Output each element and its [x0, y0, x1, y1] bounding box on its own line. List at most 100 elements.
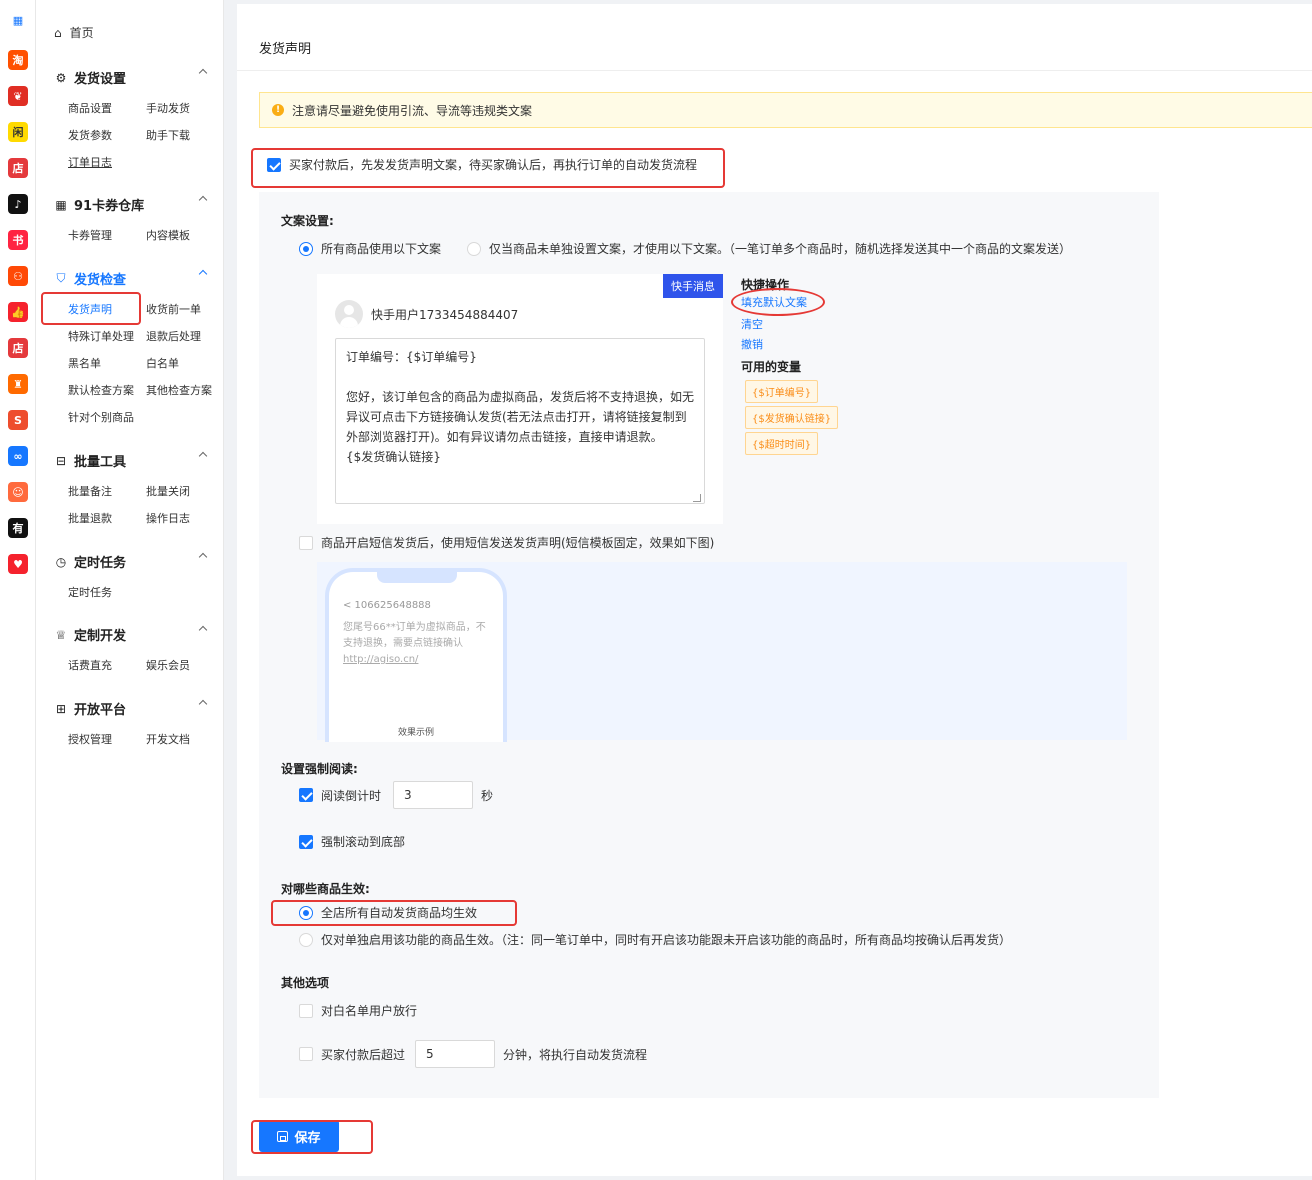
scope-option-single[interactable]: 仅对单独启用该功能的商品生效。（注：同一笔订单中，同时有开启该功能跟未开启该功能… [299, 931, 1011, 948]
shopee-icon[interactable]: S [8, 410, 28, 430]
sidebar-item-other-check[interactable]: 其他检查方案 [146, 382, 212, 398]
sidebar-item-batch-refund[interactable]: 批量退款 [68, 510, 112, 526]
sidebar-item-order-log[interactable]: 订单日志 [68, 154, 112, 170]
sidebar-item-operation-log[interactable]: 操作日志 [146, 510, 190, 526]
link-icon[interactable]: ∞ [8, 446, 28, 466]
force-scroll-option[interactable]: 强制滚动到底部 [299, 833, 405, 850]
warning-notice: ! 注意请尽量避免使用引流、导流等违规类文案 [259, 92, 1312, 128]
sidebar-item-manual-ship[interactable]: 手动发货 [146, 100, 190, 116]
thumbs-up-icon[interactable]: 👍 [8, 302, 28, 322]
sidebar-item-assistant-download[interactable]: 助手下载 [146, 127, 190, 143]
copy-option-all[interactable]: 所有商品使用以下文案 [299, 240, 441, 257]
fill-default-link[interactable]: 填充默认文案 [741, 294, 807, 310]
forced-read-label: 设置强制阅读: [281, 762, 358, 776]
timeout-checkbox[interactable] [299, 1047, 313, 1061]
variable-order-id[interactable]: {$订单编号} [745, 380, 819, 403]
sidebar-item-blacklist[interactable]: 黑名单 [68, 355, 101, 371]
sidebar-group-open[interactable]: ⊞ 开放平台 [54, 699, 208, 718]
timeout-option[interactable]: 买家付款后超过 5 分钟，将执行自动发货流程 [299, 1040, 647, 1068]
sms-checkbox[interactable] [299, 535, 313, 550]
sms-caption: 效果示例 [397, 728, 434, 738]
taobao-icon[interactable]: 淘 [8, 50, 28, 70]
sidebar-group-check[interactable]: ⛉ 发货检查 [54, 269, 208, 288]
sidebar-item-special-orders[interactable]: 特殊订单处理 [68, 328, 134, 344]
sidebar-group-batch[interactable]: ⊟ 批量工具 [54, 451, 208, 470]
toolbox-icon: ⊟ [55, 453, 67, 468]
clear-link[interactable]: 清空 [741, 316, 763, 332]
page-title: 发货声明 [259, 42, 312, 57]
undo-link[interactable]: 撤销 [741, 336, 763, 352]
xianyu-icon[interactable]: 闲 [8, 122, 28, 142]
resize-handle-icon[interactable] [693, 494, 701, 502]
sidebar-group-custom[interactable]: ♕ 定制开发 [54, 625, 208, 644]
chevron-up-icon [198, 269, 208, 279]
sidebar-item-dev-docs[interactable]: 开发文档 [146, 731, 190, 747]
warning-icon: ! [272, 104, 284, 116]
kuaishou-icon[interactable]: ⚇ [8, 266, 28, 286]
qr-app-icon[interactable]: ▦ [8, 10, 28, 30]
copy-fallback-radio[interactable] [467, 241, 481, 256]
save-button[interactable]: 保存 [259, 1120, 339, 1152]
message-preview-card: 快手消息 快手用户1733454884407 订单编号：{$订单编号} 您好，该… [317, 274, 723, 524]
whitelist-option[interactable]: 对白名单用户放行 [299, 1002, 417, 1019]
sidebar-item-product-settings[interactable]: 商品设置 [68, 100, 112, 116]
grid-icon: ⊞ [55, 701, 67, 716]
sidebar-item-batch-note[interactable]: 批量备注 [68, 483, 112, 499]
scope-all-radio[interactable] [299, 905, 313, 920]
timeout-input[interactable]: 5 [415, 1040, 496, 1068]
sidebar-item-whitelist[interactable]: 白名单 [146, 355, 179, 371]
force-scroll-checkbox[interactable] [299, 834, 313, 849]
sidebar-item-content-template[interactable]: 内容模板 [146, 227, 190, 243]
phone-mockup: < 106625648888 您尾号66**订单为虚拟商品，不支持退换，需要点链… [325, 568, 507, 742]
clock-icon: ◷ [55, 554, 67, 569]
youzan-icon[interactable]: 有 [8, 518, 28, 538]
shopping-bag-icon[interactable]: ♜ [8, 374, 28, 394]
chevron-up-icon [198, 68, 208, 78]
sidebar-group-ship[interactable]: ⚙ 发货设置 [54, 68, 208, 87]
sidebar-item-card-manage[interactable]: 卡券管理 [68, 227, 112, 243]
enable-statement-option[interactable]: 买家付款后，先发发货声明文案，待买家确认后，再执行订单的自动发货流程 [267, 156, 697, 173]
sidebar-group-card[interactable]: ▦ 91卡券仓库 [54, 195, 208, 214]
statement-textarea[interactable]: 订单编号：{$订单编号} 您好，该订单包含的商品为虚拟商品，发货后将不支持退换，… [335, 338, 705, 504]
sidebar-item-per-product[interactable]: 针对个别商品 [68, 409, 134, 425]
douyin-icon[interactable]: ♪ [8, 194, 28, 214]
smile-icon[interactable]: ☺ [8, 482, 28, 502]
countdown-checkbox[interactable] [299, 788, 313, 802]
copy-option-fallback[interactable]: 仅当商品未单独设置文案，才使用以下文案。（一笔订单多个商品时，随机选择发送其中一… [467, 240, 1071, 257]
sidebar-item-entertainment-vip[interactable]: 娱乐会员 [146, 657, 190, 673]
sidebar-item-ship-params[interactable]: 发货参数 [68, 127, 112, 143]
sidebar-item-phone-recharge[interactable]: 话费直充 [68, 657, 112, 673]
chevron-up-icon [198, 625, 208, 635]
variable-confirm-link[interactable]: {$发货确认链接} [745, 406, 839, 429]
countdown-input[interactable]: 3 [393, 781, 474, 809]
sidebar-item-timed-tasks[interactable]: 定时任务 [68, 584, 112, 600]
store-icon[interactable]: 店 [8, 338, 28, 358]
sidebar-group-timer[interactable]: ◷ 定时任务 [54, 552, 208, 571]
pinduoduo-icon[interactable]: ❦ [8, 86, 28, 106]
qr-icon: ▦ [55, 197, 67, 212]
sidebar-item-home[interactable]: ⌂ 首页 [54, 24, 94, 41]
xiaohongshu-icon[interactable]: 书 [8, 230, 28, 250]
app-rail: ▦ 淘 ❦ 闲店 ♪ 书 ⚇ 👍 店 ♜ S ∞ ☺ 有 ♥ [0, 0, 36, 1180]
crown-icon: ♕ [55, 627, 67, 642]
whitelist-checkbox[interactable] [299, 1003, 313, 1018]
sidebar-item-pre-receipt[interactable]: 收货前一单 [146, 301, 201, 317]
heart-app-icon[interactable]: ♥ [8, 554, 28, 574]
countdown-option[interactable]: 阅读倒计时 3 秒 [299, 781, 493, 809]
scope-single-radio[interactable] [299, 932, 313, 947]
sidebar-item-ship-statement[interactable]: 发货声明 [68, 301, 112, 317]
sidebar-item-auth-manage[interactable]: 授权管理 [68, 731, 112, 747]
copy-settings-label: 文案设置: [281, 214, 334, 228]
sms-link: http://agiso.cn/ [343, 654, 419, 665]
sms-option[interactable]: 商品开启短信发货后，使用短信发送发货声明(短信模板固定，效果如下图) [299, 534, 714, 551]
variable-timeout[interactable]: {$超时时间} [745, 432, 819, 455]
sidebar-item-default-check[interactable]: 默认检查方案 [68, 382, 134, 398]
scope-option-all[interactable]: 全店所有自动发货商品均生效 [299, 904, 477, 921]
enable-statement-checkbox[interactable] [267, 157, 281, 172]
sidebar-item-batch-close[interactable]: 批量关闭 [146, 483, 190, 499]
main-content: 发货声明 ! 注意请尽量避免使用引流、导流等违规类文案 买家付款后，先发发货声明… [237, 4, 1312, 1176]
copy-all-radio[interactable] [299, 241, 313, 256]
xiaohongshu-shop-icon[interactable]: 店 [8, 158, 28, 178]
sidebar-item-after-refund[interactable]: 退款后处理 [146, 328, 201, 344]
variables-title: 可用的变量 [741, 360, 802, 374]
